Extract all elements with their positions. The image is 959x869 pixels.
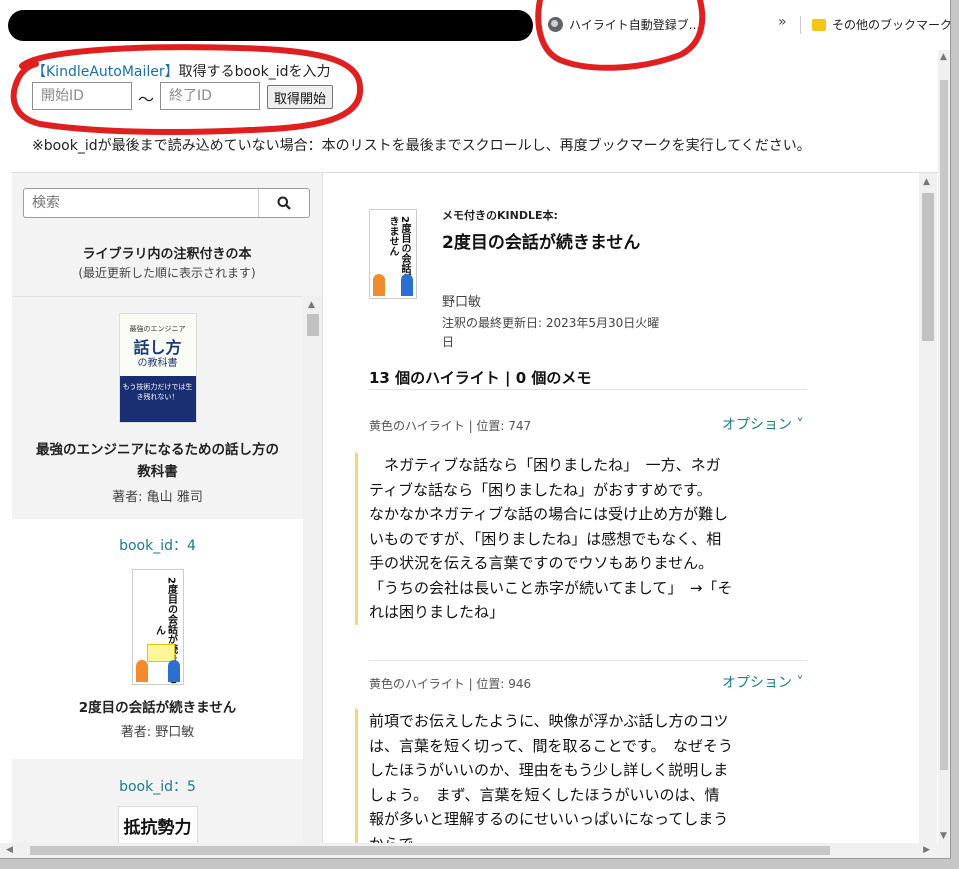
book-title[interactable]: 最強のエンジニアになるための話し方の教科書 — [12, 439, 303, 483]
folder-icon — [812, 18, 826, 31]
book-item[interactable]: 最強のエンジニア 話し方 の教科書 もう技術力だけでは生き残れない！ 最強のエン… — [12, 297, 303, 518]
scroll-up-arrow-icon[interactable]: ▲ — [923, 177, 930, 187]
speech-bubble — [146, 644, 175, 662]
window-vertical-scrollbar[interactable]: ▲ ▼ — [938, 50, 950, 843]
bookmark-separator — [800, 16, 801, 34]
divider — [369, 389, 807, 390]
library-heading: ライブラリ内の注釈付きの本 — [82, 247, 252, 262]
cover-figure — [135, 660, 148, 682]
tool-title-suffix: 取得するbook_idを入力 — [178, 64, 331, 80]
scroll-up-arrow-icon[interactable]: ▲ — [940, 52, 947, 62]
search-input[interactable] — [24, 189, 270, 217]
cover-text: 抵抗勢力 — [123, 818, 192, 838]
search-box — [23, 188, 310, 218]
scrollbar-thumb[interactable] — [922, 193, 934, 341]
highlight-options-button[interactable]: オプション ˅ — [722, 414, 803, 434]
cover-figure — [373, 274, 385, 296]
scroll-down-arrow-icon[interactable]: ▼ — [940, 831, 947, 841]
cover-figure — [401, 274, 413, 296]
highlight-options-button[interactable]: オプション ˅ — [722, 672, 803, 692]
last-updated-label: 注釈の最終更新日: 2023年5月30日火曜日 — [442, 316, 660, 349]
redacted-area — [8, 10, 533, 41]
bookmark-label: ハイライト自動登録ブ... — [569, 18, 701, 32]
window-horizontal-scrollbar[interactable]: ◀ ▶ — [0, 843, 950, 858]
range-tilde: 〜 — [138, 90, 155, 109]
scrollbar-thumb[interactable] — [307, 314, 319, 336]
more-bookmarks-chevron-icon[interactable]: » — [778, 14, 787, 30]
search-button[interactable] — [258, 189, 309, 217]
sidebar-scrollbar[interactable]: ▲ — [303, 296, 321, 844]
book-author: 著者: 亀山 雅司 — [112, 490, 203, 505]
divider — [369, 660, 807, 661]
globe-icon — [548, 17, 563, 32]
notebook-content: ライブラリ内の注釈付きの本 (最近更新した順に表示されます) 最強のエンジニア … — [12, 172, 938, 844]
book-list: 最強のエンジニア 話し方 の教科書 もう技術力だけでは生き残れない！ 最強のエン… — [12, 296, 303, 844]
detail-scrollbar[interactable]: ▲ — [919, 173, 937, 844]
scroll-right-arrow-icon[interactable]: ▶ — [923, 845, 930, 855]
tool-title: 【KindleAutoMailer】取得するbook_idを入力 — [32, 61, 331, 81]
kindle-auto-mailer-panel: 【KindleAutoMailer】取得するbook_idを入力 〜 取得開始 … — [0, 50, 938, 172]
highlight-text-body: ネガティブな話なら「困りましたね」 一方、ネガティブな話なら「困りましたね」がお… — [369, 456, 733, 621]
book-kind-label: メモ付きのKINDLE本: — [442, 209, 558, 222]
book-cover: 2度目の会話が続きません — [131, 569, 184, 685]
scroll-up-arrow-icon[interactable]: ▲ — [308, 300, 315, 310]
highlight-text: 前項でお伝えしたように、映像が浮かぶ話し方のコツは、言葉を短く切って、間を取るこ… — [355, 709, 734, 844]
start-fetch-button[interactable]: 取得開始 — [267, 85, 334, 109]
highlight-meta: 黄色のハイライト | 位置: 747 — [369, 419, 532, 433]
highlight-memo-counts: 13 個のハイライト | 0 個のメモ — [369, 369, 592, 387]
bookmarks-bar: ハイライト自動登録ブ... » その他のブックマーク — [0, 0, 950, 51]
book-item[interactable]: book_id：5 抵抗勢力 — [12, 760, 303, 844]
book-cover: 最強のエンジニア 話し方 の教科書 もう技術力だけでは生き残れない！ — [118, 313, 197, 423]
book-item[interactable]: book_id：4 2度目の会話が続きません 2度目の会話が続きません 著者: … — [12, 519, 303, 759]
cover-text: もう技術力だけでは生き残れない！ — [119, 376, 196, 422]
book-id-label: book_id：4 — [119, 538, 196, 554]
search-icon — [277, 196, 291, 210]
scroll-instruction-note: ※book_idが最後まで読み込めていない場合：本のリストを最後までスクロールし… — [32, 138, 811, 154]
start-id-input[interactable] — [32, 82, 132, 110]
cover-figure — [167, 660, 180, 682]
scrollbar-thumb[interactable] — [30, 846, 830, 855]
book-cover: 抵抗勢力 — [117, 806, 198, 844]
scrollbar-thumb[interactable] — [940, 80, 948, 770]
browser-window: ハイライト自動登録ブ... » その他のブックマーク 【KindleAutoMa… — [0, 0, 951, 859]
book-id-label: book_id：5 — [119, 779, 196, 795]
cover-text: の教科書 — [137, 358, 178, 369]
scroll-left-arrow-icon[interactable]: ◀ — [6, 845, 13, 855]
detail-book-cover: 2度目の会話が続きません — [369, 209, 417, 299]
library-sidebar: ライブラリ内の注釈付きの本 (最近更新した順に表示されます) 最強のエンジニア … — [12, 173, 323, 844]
book-author: 著者: 野口敏 — [120, 725, 195, 740]
book-title[interactable]: 2度目の会話が続きません — [12, 697, 303, 719]
library-subheading: (最近更新した順に表示されます) — [78, 266, 256, 280]
highlight-text-body: 前項でお伝えしたように、映像が浮かぶ話し方のコツは、言葉を短く切って、間を取るこ… — [369, 712, 734, 844]
detail-book-author: 野口敏 — [442, 295, 482, 310]
book-detail-pane: 2度目の会話が続きません メモ付きのKINDLE本: 2度目の会話が続きません … — [337, 173, 937, 844]
bookmark-highlight-auto[interactable]: ハイライト自動登録ブ... — [548, 16, 700, 33]
app-name: 【KindleAutoMailer】 — [32, 64, 179, 80]
bookmark-label: その他のブックマーク — [832, 18, 951, 32]
highlight-text: ネガティブな話なら「困りましたね」 一方、ネガティブな話なら「困りましたね」がお… — [355, 453, 734, 625]
highlight-meta: 黄色のハイライト | 位置: 946 — [369, 677, 532, 691]
bookmark-other-folder[interactable]: その他のブックマーク — [812, 16, 951, 33]
detail-book-title: 2度目の会話が続きません — [442, 233, 641, 253]
cover-text: 最強のエンジニア — [129, 325, 186, 333]
end-id-input[interactable] — [160, 82, 260, 110]
